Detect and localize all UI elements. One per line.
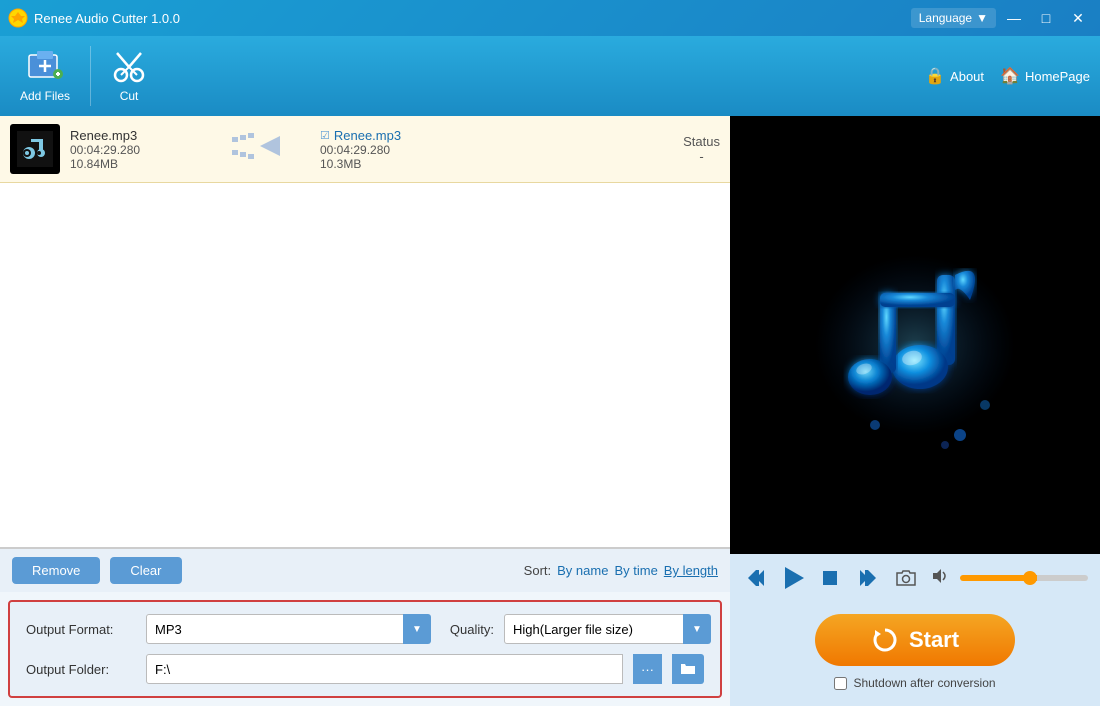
format-dropdown-arrow: ▼ [403,614,431,644]
preview-area [730,116,1100,554]
add-files-icon [27,49,63,85]
output-name: Renee.mp3 [334,128,401,143]
volume-icon [930,567,950,590]
title-bar: Renee Audio Cutter 1.0.0 Language ▼ — □ … [0,0,1100,36]
toolbar-left: Add Files Cut [10,43,157,109]
stop-button[interactable] [816,564,844,592]
format-value: MP3 [155,622,182,637]
lock-icon: 🔒 [925,66,945,86]
add-files-label: Add Files [20,89,70,103]
file-list: Renee.mp3 00:04:29.280 10.84MB [0,116,730,548]
shutdown-label: Shutdown after conversion [853,676,995,690]
output-format-label: Output Format: [26,622,136,637]
quality-dropdown-arrow: ▼ [683,614,711,644]
shutdown-row: Shutdown after conversion [834,676,995,690]
settings-panel: Output Format: MP3 ▼ Quality: High(Large… [8,600,722,698]
browse-folder-button[interactable] [672,654,704,684]
output-duration: 00:04:29.280 [320,143,480,157]
file-info: Renee.mp3 00:04:29.280 10.84MB [70,128,200,171]
remove-button[interactable]: Remove [12,557,100,584]
start-panel: Start Shutdown after conversion [730,602,1100,706]
folder-row: Output Folder: ··· [26,654,704,684]
cut-button[interactable]: Cut [101,43,157,109]
right-panel: Start Shutdown after conversion [730,116,1100,706]
shutdown-checkbox[interactable] [834,677,847,690]
output-folder-label: Output Folder: [26,662,136,677]
start-button[interactable]: Start [815,614,1015,666]
quality-label: Quality: [450,622,494,637]
volume-slider[interactable] [960,575,1088,581]
about-label: About [950,69,984,84]
table-row: Renee.mp3 00:04:29.280 10.84MB [0,116,730,183]
volume-thumb[interactable] [1023,571,1037,585]
sort-by-length-link[interactable]: By length [664,563,718,578]
clear-button[interactable]: Clear [110,557,181,584]
close-button[interactable]: ✕ [1064,6,1092,30]
about-link[interactable]: 🔒 About [925,66,984,86]
chevron-down-icon: ▼ [976,11,988,25]
player-controls [730,554,1100,602]
toolbar: Add Files Cut 🔒 About 🏠 HomeP [0,36,1100,116]
sort-by-time-link[interactable]: By time [614,563,657,578]
title-bar-left: Renee Audio Cutter 1.0.0 [8,8,180,28]
status-value: - [683,149,720,164]
skip-forward-button[interactable] [854,564,882,592]
output-size: 10.3MB [320,157,480,171]
cut-label: Cut [120,89,139,103]
start-label: Start [909,627,959,653]
music-visual [730,116,1100,554]
quality-select[interactable]: High(Larger file size) ▼ [504,614,704,644]
camera-button[interactable] [892,564,920,592]
main-area: Renee.mp3 00:04:29.280 10.84MB [0,116,1100,706]
skip-back-button[interactable] [742,564,770,592]
file-duration: 00:04:29.280 [70,143,200,157]
output-info: ☑ Renee.mp3 00:04:29.280 10.3MB [320,128,480,171]
play-button[interactable] [780,565,806,591]
home-icon: 🏠 [1000,66,1020,86]
file-thumbnail [10,124,60,174]
add-files-button[interactable]: Add Files [10,43,80,109]
controls-bar: Remove Clear Sort: By name By time By le… [0,548,730,592]
format-row: Output Format: MP3 ▼ Quality: High(Large… [26,614,704,644]
title-bar-right: Language ▼ — □ ✕ [911,6,1092,30]
status-label: Status [683,134,720,149]
output-folder-input[interactable] [146,654,623,684]
left-panel: Renee.mp3 00:04:29.280 10.84MB [0,116,730,706]
minimize-button[interactable]: — [1000,6,1028,30]
toolbar-right: 🔒 About 🏠 HomePage [925,66,1090,86]
sort-label: Sort: [524,563,551,578]
file-size: 10.84MB [70,157,200,171]
homepage-link[interactable]: 🏠 HomePage [1000,66,1090,86]
cut-icon [111,49,147,85]
sort-area: Sort: By name By time By length [524,563,718,578]
homepage-label: HomePage [1025,69,1090,84]
file-name: Renee.mp3 [70,128,200,143]
arrow-icon [230,131,290,167]
app-title: Renee Audio Cutter 1.0.0 [34,11,180,26]
output-format-select[interactable]: MP3 ▼ [146,614,424,644]
sort-by-name-link[interactable]: By name [557,563,608,578]
quality-value: High(Larger file size) [505,622,683,637]
app-logo-icon [8,8,28,28]
language-button[interactable]: Language ▼ [911,8,996,28]
maximize-button[interactable]: □ [1032,6,1060,30]
status-column: Status - [683,134,720,164]
browse-dots-button[interactable]: ··· [633,654,662,684]
